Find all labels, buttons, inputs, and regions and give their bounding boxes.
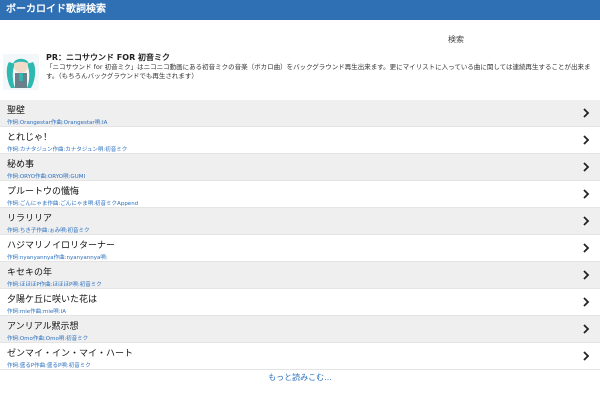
list-item[interactable]: アンリアル黙示想 作詞:Omo作曲:Omo唄:初音ミク (0, 316, 600, 343)
list-item[interactable]: 聖壁 作詞:Orangestar作曲:Orangestar唄:IA (0, 100, 600, 127)
song-title: 聖壁 (7, 106, 26, 116)
miku-avatar-icon (3, 54, 39, 90)
song-title: キセキの年 (7, 268, 53, 278)
chevron-right-icon (583, 162, 590, 172)
chevron-right-icon (583, 351, 590, 361)
list-item[interactable]: ハジマリノイロリターナー 作詞:nyanyannya作曲:nyanyannya唄… (0, 235, 600, 262)
chevron-right-icon (583, 189, 590, 199)
chevron-right-icon (583, 243, 590, 253)
chevron-right-icon (583, 108, 590, 118)
song-credit: 作詞:ORYO作曲:ORYO唄:GUMI (7, 174, 86, 180)
song-credit: 作詞:ちき子作曲:ぉみ唄:初音ミク (7, 228, 90, 234)
pr-banner[interactable]: PR：ニコサウンド FOR 初音ミク 「ニコサウンド for 初音ミク」はニコニ… (0, 50, 600, 96)
song-title: とれじゃ！ (7, 133, 53, 143)
song-credit: 作詞:Omo作曲:Omo唄:初音ミク (7, 336, 89, 342)
search-link[interactable]: 検索 (448, 34, 464, 45)
song-list: 聖壁 作詞:Orangestar作曲:Orangestar唄:IA とれじゃ！ … (0, 100, 600, 370)
load-more-link[interactable]: もっと読みこむ... (0, 372, 600, 383)
song-title: リラリリア (7, 214, 53, 224)
song-title: 夕陽ケ丘に咲いた花は (7, 295, 98, 305)
song-title: ハジマリノイロリターナー (7, 241, 116, 251)
list-item[interactable]: とれじゃ！ 作詞:カナタジュン作曲:カナタジュン唄:初音ミク (0, 127, 600, 154)
pr-description: 「ニコサウンド for 初音ミク」はニコニコ動画にある初音ミクの音楽（ボカロ曲）… (46, 63, 591, 80)
song-title: ゼンマイ・イン・マイ・ハート (7, 349, 134, 359)
chevron-right-icon (583, 135, 590, 145)
app-title: ボーカロイド歌詞検索 (6, 4, 106, 15)
song-title: アンリアル黙示想 (7, 322, 79, 332)
song-credit: 作詞:Orangestar作曲:Orangestar唄:IA (7, 120, 108, 126)
song-title: プルートウの懺悔 (7, 187, 80, 197)
chevron-right-icon (583, 216, 590, 226)
song-credit: 作詞:nyanyannya作曲:nyanyannya唄: (7, 255, 108, 261)
list-item[interactable]: ゼンマイ・イン・マイ・ハート 作詞:盛るP作曲:盛るP唄:初音ミク (0, 343, 600, 370)
song-credit: 作詞:ほほほP作曲:ほほほP唄:初音ミク (7, 282, 102, 288)
song-credit: 作詞:mie作曲:mie唄:IA (7, 309, 66, 315)
list-item[interactable]: プルートウの懺悔 作詞:ごんにゃま作曲:ごんにゃま唄:初音ミクAppend (0, 181, 600, 208)
song-credit: 作詞:盛るP作曲:盛るP唄:初音ミク (7, 363, 91, 369)
chevron-right-icon (583, 324, 590, 334)
list-item[interactable]: 夕陽ケ丘に咲いた花は 作詞:mie作曲:mie唄:IA (0, 289, 600, 316)
app-header: ボーカロイド歌詞検索 (0, 0, 600, 20)
song-credit: 作詞:カナタジュン作曲:カナタジュン唄:初音ミク (7, 147, 128, 153)
chevron-right-icon (583, 270, 590, 280)
song-credit: 作詞:ごんにゃま作曲:ごんにゃま唄:初音ミクAppend (7, 201, 139, 207)
list-item[interactable]: 秘め事 作詞:ORYO作曲:ORYO唄:GUMI (0, 154, 600, 181)
chevron-right-icon (583, 297, 590, 307)
song-title: 秘め事 (7, 160, 35, 170)
list-item[interactable]: リラリリア 作詞:ちき子作曲:ぉみ唄:初音ミク (0, 208, 600, 235)
list-item[interactable]: キセキの年 作詞:ほほほP作曲:ほほほP唄:初音ミク (0, 262, 600, 289)
pr-title: PR：ニコサウンド FOR 初音ミク (46, 53, 171, 62)
